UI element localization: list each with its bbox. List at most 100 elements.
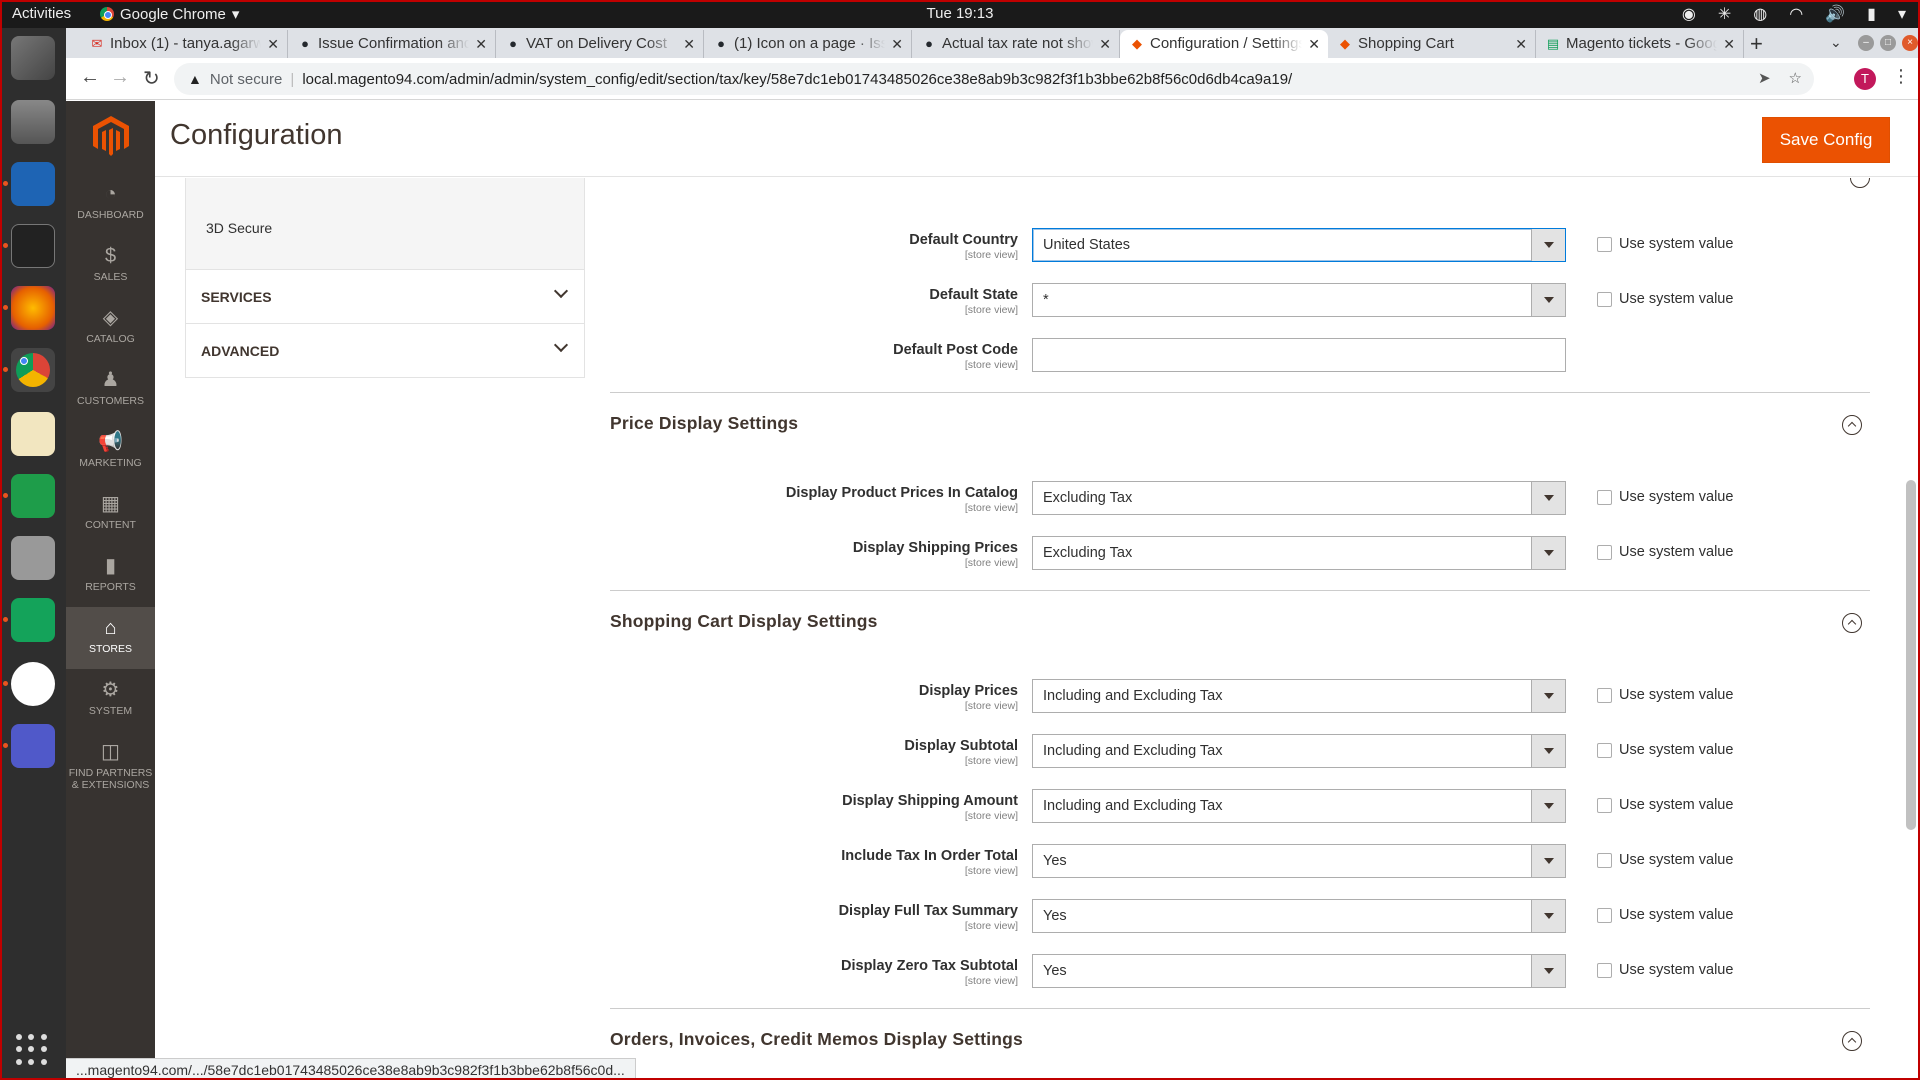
- dropdown-arrow-icon[interactable]: [1531, 482, 1565, 514]
- checkbox[interactable]: [1597, 742, 1612, 758]
- admin-nav-sales[interactable]: $ SALES: [66, 235, 155, 297]
- display-prices-select[interactable]: Including and Excluding Tax: [1032, 679, 1566, 713]
- clock[interactable]: Tue 19:13: [927, 5, 994, 22]
- use-system-value-checkbox[interactable]: Use system value: [1597, 236, 1733, 252]
- show-applications-icon[interactable]: [16, 1034, 48, 1066]
- display-product-prices-in-catalog-select[interactable]: Excluding Tax: [1032, 481, 1566, 515]
- close-tab-icon[interactable]: ✕: [1308, 30, 1320, 58]
- teams-icon[interactable]: [11, 724, 55, 768]
- section-cart-display[interactable]: Shopping Cart Display Settings: [610, 590, 1870, 650]
- admin-nav-system[interactable]: ⚙ SYSTEM: [66, 669, 155, 731]
- vpn-icon[interactable]: ◍: [1753, 4, 1767, 24]
- slack-tray-icon[interactable]: ✳: [1718, 4, 1731, 24]
- admin-nav-find[interactable]: ◫ FIND PARTNERS & EXTENSIONS: [66, 731, 155, 801]
- battery-icon[interactable]: ▮: [1867, 4, 1876, 24]
- checkbox[interactable]: [1597, 962, 1612, 978]
- chrome-dock-icon[interactable]: [11, 348, 55, 392]
- close-tab-icon[interactable]: ✕: [1099, 30, 1111, 58]
- software-updater-icon[interactable]: [11, 36, 55, 80]
- browser-tab[interactable]: ● Issue Confirmation and ✕: [288, 30, 496, 58]
- star-icon[interactable]: ☆: [1789, 63, 1802, 95]
- section-collapse-icon[interactable]: [1842, 613, 1862, 633]
- checkbox[interactable]: [1597, 489, 1612, 505]
- browser-tab[interactable]: ● VAT on Delivery Cost ✕: [496, 30, 704, 58]
- use-system-value-checkbox[interactable]: Use system value: [1597, 962, 1733, 978]
- display-shipping-amount-select[interactable]: Including and Excluding Tax: [1032, 789, 1566, 823]
- browser-tab[interactable]: ◆ Shopping Cart ✕: [1328, 30, 1536, 58]
- admin-nav-stores[interactable]: ⌂ STORES: [66, 607, 155, 669]
- dropdown-arrow-icon[interactable]: [1531, 845, 1565, 877]
- use-system-value-checkbox[interactable]: Use system value: [1597, 742, 1733, 758]
- section-price-display[interactable]: Price Display Settings: [610, 392, 1870, 452]
- wifi-icon[interactable]: ◠: [1789, 4, 1803, 24]
- firefox-icon[interactable]: [11, 286, 55, 330]
- use-system-value-checkbox[interactable]: Use system value: [1597, 797, 1733, 813]
- include-tax-in-order-total-select[interactable]: Yes: [1032, 844, 1566, 878]
- dropdown-arrow-icon[interactable]: [1531, 900, 1565, 932]
- dropdown-arrow-icon[interactable]: [1531, 790, 1565, 822]
- section-collapse-icon[interactable]: [1842, 415, 1862, 435]
- volume-icon[interactable]: 🔊: [1825, 4, 1845, 24]
- use-system-value-checkbox[interactable]: Use system value: [1597, 544, 1733, 560]
- close-tab-icon[interactable]: ✕: [683, 30, 695, 58]
- config-group-advanced[interactable]: ADVANCED: [185, 324, 585, 378]
- terminal-icon[interactable]: [11, 224, 55, 268]
- dropdown-arrow-icon[interactable]: [1531, 229, 1565, 261]
- warning-icon[interactable]: ▲: [188, 71, 202, 87]
- display-zero-tax-subtotal-select[interactable]: Yes: [1032, 954, 1566, 988]
- browser-tab[interactable]: ◆ Configuration / Settings ✕: [1120, 30, 1328, 58]
- system-tray[interactable]: ◉ ✳ ◍ ◠ 🔊 ▮ ▾: [1682, 4, 1906, 24]
- admin-nav-catalog[interactable]: ◈ CATALOG: [66, 297, 155, 359]
- checkbox[interactable]: [1597, 797, 1612, 813]
- forward-arrow-icon[interactable]: →: [110, 66, 130, 89]
- writer-icon[interactable]: [11, 162, 55, 206]
- tab-search-icon[interactable]: ⌄: [1830, 34, 1842, 51]
- teams-tray-icon[interactable]: ◉: [1682, 4, 1696, 24]
- section-orders-display[interactable]: Orders, Invoices, Credit Memos Display S…: [610, 1008, 1870, 1068]
- admin-nav-dashboard[interactable]: ◔ DASHBOARD: [66, 173, 155, 235]
- close-tab-icon[interactable]: ✕: [1515, 30, 1527, 58]
- close-tab-icon[interactable]: ✕: [1723, 30, 1735, 58]
- dropdown-arrow-icon[interactable]: [1531, 955, 1565, 987]
- chat-icon[interactable]: [11, 598, 55, 642]
- admin-nav-marketing[interactable]: 📢 MARKETING: [66, 421, 155, 483]
- dropdown-arrow-icon[interactable]: [1531, 735, 1565, 767]
- checkbox[interactable]: [1597, 291, 1612, 307]
- profile-avatar[interactable]: T: [1854, 68, 1876, 90]
- caret-down-icon[interactable]: ▾: [1898, 4, 1906, 24]
- browser-tab[interactable]: ● Actual tax rate not shown ✕: [912, 30, 1120, 58]
- use-system-value-checkbox[interactable]: Use system value: [1597, 291, 1733, 307]
- default-country-select[interactable]: United States: [1032, 228, 1566, 262]
- browser-tab[interactable]: ▤ Magento tickets - Google ✕: [1536, 30, 1744, 58]
- checkbox[interactable]: [1597, 236, 1612, 252]
- files-icon[interactable]: [11, 100, 55, 144]
- calc-icon[interactable]: [11, 474, 55, 518]
- use-system-value-checkbox[interactable]: Use system value: [1597, 687, 1733, 703]
- page-scrollbar[interactable]: [1906, 480, 1916, 830]
- browser-tab[interactable]: ✉ Inbox (1) - tanya.agarwal ✕: [80, 30, 288, 58]
- checkbox[interactable]: [1597, 687, 1612, 703]
- config-tab-3d-secure[interactable]: 3D Secure: [206, 220, 272, 236]
- close-tab-icon[interactable]: ✕: [891, 30, 903, 58]
- screenshot-icon[interactable]: [11, 536, 55, 580]
- text-editor-icon[interactable]: [11, 412, 55, 456]
- checkbox[interactable]: [1597, 544, 1612, 560]
- admin-nav-content[interactable]: ▦ CONTENT: [66, 483, 155, 545]
- section-collapse-icon[interactable]: [1842, 1031, 1862, 1051]
- section-collapse-icon[interactable]: [1850, 178, 1870, 188]
- use-system-value-checkbox[interactable]: Use system value: [1597, 489, 1733, 505]
- dropdown-arrow-icon[interactable]: [1531, 537, 1565, 569]
- address-bar[interactable]: ▲ Not secure | local.magento94.com/admin/ad…: [174, 63, 1814, 95]
- reload-icon[interactable]: ↻: [143, 66, 160, 91]
- dropdown-arrow-icon[interactable]: [1531, 680, 1565, 712]
- save-config-button[interactable]: Save Config: [1762, 117, 1890, 163]
- use-system-value-checkbox[interactable]: Use system value: [1597, 852, 1733, 868]
- dropdown-arrow-icon[interactable]: [1531, 284, 1565, 316]
- maximize-button[interactable]: □: [1880, 35, 1896, 51]
- close-window-button[interactable]: ×: [1902, 35, 1918, 51]
- activities-button[interactable]: Activities: [12, 5, 71, 22]
- display-shipping-prices-select[interactable]: Excluding Tax: [1032, 536, 1566, 570]
- default-post-code-input[interactable]: [1032, 338, 1566, 372]
- close-tab-icon[interactable]: ✕: [267, 30, 279, 58]
- slack-icon[interactable]: [11, 662, 55, 706]
